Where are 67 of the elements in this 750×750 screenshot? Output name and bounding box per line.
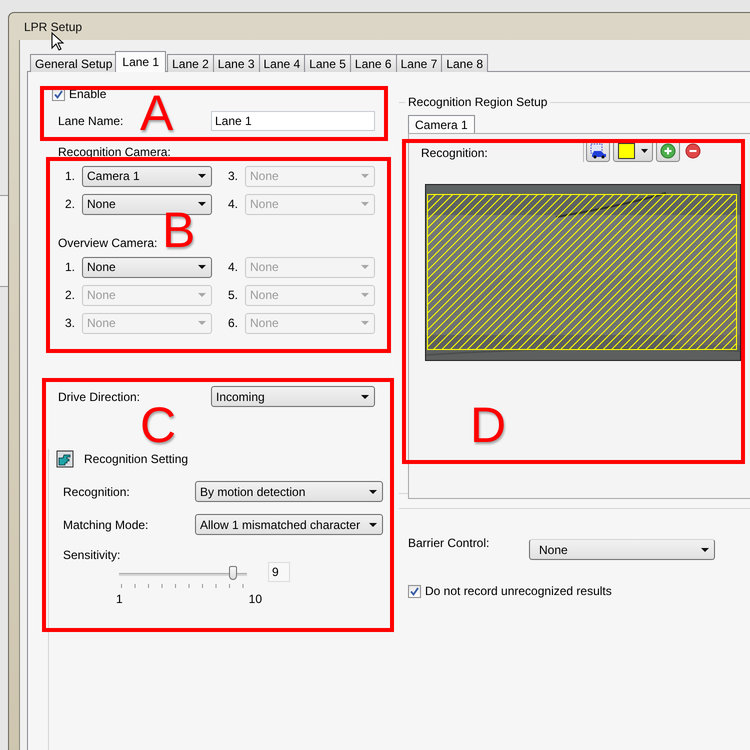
window-title: LPR Setup bbox=[24, 20, 82, 34]
tab[interactable]: Lane 8 bbox=[441, 54, 488, 72]
tab[interactable]: Lane 3 bbox=[212, 54, 260, 72]
caret-icon bbox=[198, 321, 206, 325]
annotation-letter: D bbox=[470, 400, 506, 450]
group-title: Recognition Region Setup bbox=[405, 95, 550, 109]
group-title: Recognition Setting bbox=[84, 452, 190, 466]
caret-icon bbox=[198, 202, 206, 206]
checkbox[interactable] bbox=[408, 584, 421, 598]
caret-icon bbox=[361, 202, 369, 206]
tab[interactable]: Lane 7 bbox=[396, 54, 442, 72]
min-label: 1 bbox=[116, 592, 123, 606]
caret-icon bbox=[198, 293, 206, 297]
dropdown[interactable]: None bbox=[529, 539, 715, 560]
slot-number: 4. bbox=[228, 197, 240, 211]
caret-icon bbox=[641, 148, 648, 152]
dropdown[interactable]: Incoming bbox=[211, 386, 375, 407]
field-label: Recognition: bbox=[421, 146, 489, 160]
annotation-letter: C bbox=[140, 400, 176, 450]
tab[interactable]: Lane 1 bbox=[115, 51, 166, 72]
field-label: Barrier Control: bbox=[408, 536, 490, 550]
slot-number: 2. bbox=[65, 288, 76, 302]
value-box: 9 bbox=[268, 562, 290, 582]
caret-icon bbox=[701, 548, 709, 552]
field-label: Recognition: bbox=[63, 484, 131, 498]
dropdown[interactable]: None bbox=[82, 256, 212, 278]
slot-number: 6. bbox=[228, 316, 240, 330]
dropdown[interactable]: Camera 1 bbox=[82, 166, 212, 186]
field-label: Drive Direction: bbox=[58, 390, 142, 404]
max-label: 10 bbox=[248, 592, 262, 606]
caret-icon bbox=[361, 293, 369, 297]
slot-number: 1. bbox=[65, 260, 76, 274]
caret-icon bbox=[198, 174, 206, 178]
annotation-letter: A bbox=[140, 88, 174, 138]
slot-number: 2. bbox=[65, 197, 76, 211]
pointing-hand-icon bbox=[56, 450, 74, 468]
caret-icon bbox=[361, 394, 369, 398]
caret-icon bbox=[361, 321, 369, 325]
caret-icon bbox=[361, 174, 369, 178]
remove-button[interactable] bbox=[685, 142, 701, 158]
lane-name-field[interactable]: Lane 1 bbox=[211, 111, 375, 131]
caret-icon bbox=[361, 265, 369, 269]
slot-number: 3. bbox=[65, 316, 76, 330]
tab[interactable]: Lane 6 bbox=[350, 54, 397, 72]
caret-icon bbox=[369, 522, 377, 526]
tab[interactable]: General Setup bbox=[30, 54, 118, 72]
slider-thumb[interactable] bbox=[228, 566, 237, 580]
section-label: Recognition Camera: bbox=[58, 145, 172, 159]
field-label: Lane Name: bbox=[58, 114, 124, 128]
tab[interactable]: Lane 5 bbox=[304, 54, 351, 72]
section-label: Overview Camera: bbox=[58, 236, 158, 250]
checkbox-label: Enable bbox=[69, 87, 106, 101]
tab[interactable]: Camera 1 bbox=[408, 115, 475, 133]
tab[interactable]: Lane 2 bbox=[167, 54, 214, 72]
checkbox-label: Do not record unrecognized results bbox=[425, 584, 612, 598]
field-label: Matching Mode: bbox=[63, 518, 150, 532]
slot-number: 3. bbox=[228, 169, 240, 183]
dropdown[interactable]: By motion detection bbox=[195, 481, 383, 502]
caret-icon bbox=[369, 490, 377, 494]
tab[interactable]: Lane 4 bbox=[258, 54, 306, 72]
slot-number: 1. bbox=[65, 169, 76, 183]
dropdown[interactable]: Allow 1 mismatched character bbox=[195, 514, 383, 535]
slot-number: 5. bbox=[228, 288, 240, 302]
mouse-pointer-icon bbox=[51, 32, 64, 51]
field-label: Sensitivity: bbox=[62, 548, 122, 562]
caret-icon bbox=[198, 265, 206, 269]
slot-number: 4. bbox=[228, 260, 240, 274]
